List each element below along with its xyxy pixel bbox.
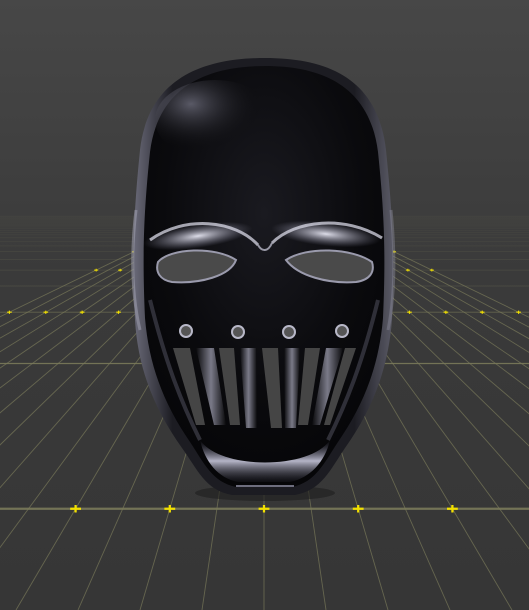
viewport-canvas[interactable] xyxy=(0,0,529,610)
vent-hole xyxy=(335,324,349,338)
forehead-sheen xyxy=(155,80,275,160)
3d-viewport[interactable] xyxy=(0,0,529,610)
vent-hole xyxy=(282,325,296,339)
vent-hole xyxy=(179,324,193,338)
vent-hole xyxy=(231,325,245,339)
